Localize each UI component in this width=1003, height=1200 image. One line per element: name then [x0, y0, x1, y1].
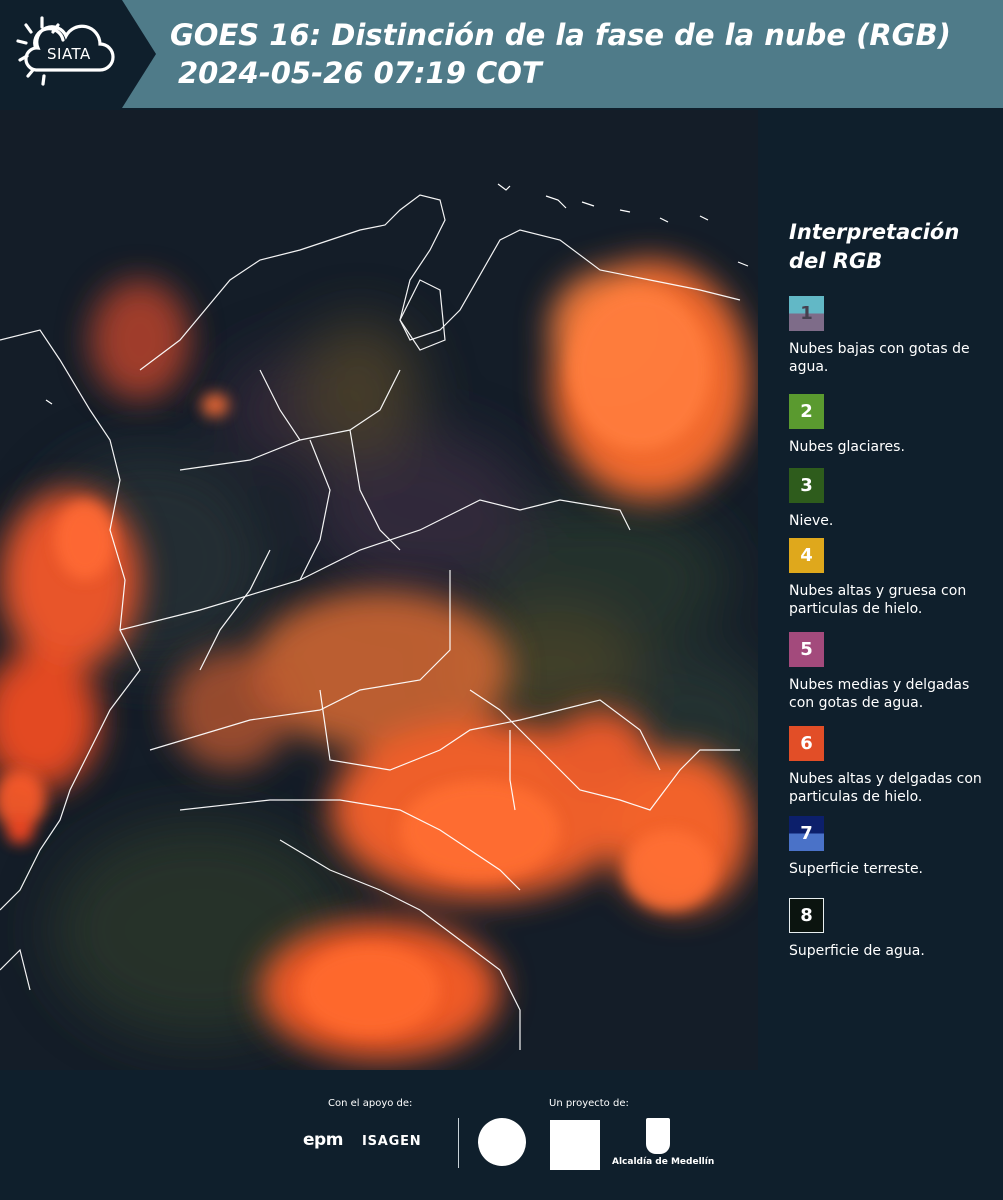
title-line-1: GOES 16: Distinción de la fase de la nub… [170, 18, 951, 52]
legend-number: 8 [800, 905, 813, 926]
legend-title-line-2: del RGB [789, 249, 883, 273]
legend-label: Superficie de agua. [789, 943, 925, 959]
shield-icon [646, 1118, 670, 1154]
legend-label: Nubes medias y delgadas con gotas de agu… [789, 677, 970, 711]
epm-logo: epm [303, 1130, 343, 1150]
footer-divider [458, 1118, 459, 1168]
medellin-seal-icon [478, 1118, 526, 1166]
title-line-2: 2024-05-26 07:19 COT [178, 56, 542, 90]
page-title: GOES 16: Distinción de la fase de la nub… [170, 16, 951, 92]
legend-swatch: 6 [789, 726, 824, 761]
legend-item: 5 Nubes medias y delgadas con gotas de ag… [789, 632, 989, 712]
legend-number: 7 [800, 823, 813, 844]
alcaldia-logo: Alcaldía de Medellín [612, 1118, 715, 1167]
satellite-image [0, 110, 758, 1070]
legend-number: 3 [800, 475, 813, 496]
legend-number: 5 [800, 639, 813, 660]
legend-label: Nubes altas y delgadas con particulas de… [789, 771, 982, 805]
legend-number: 2 [800, 401, 813, 422]
logo-block: SIATA [0, 0, 156, 108]
isagen-logo: ISAGEN [362, 1134, 422, 1149]
legend-label: Nieve. [789, 513, 834, 529]
legend-item: 1 Nubes bajas con gotas de agua. [789, 296, 989, 376]
header-bar: SIATA GOES 16: Distinción de la fase de … [0, 0, 1003, 108]
legend-label: Nubes bajas con gotas de agua. [789, 341, 970, 375]
support-label: Con el apoyo de: [328, 1098, 413, 1109]
legend-swatch: 2 [789, 394, 824, 429]
legend-item: 4 Nubes altas y gruesa con particulas de … [789, 538, 989, 618]
legend-swatch: 3 [789, 468, 824, 503]
area-metropolitana-logo-icon [550, 1120, 600, 1170]
legend-number: 1 [800, 303, 813, 324]
legend-label: Nubes altas y gruesa con particulas de h… [789, 583, 967, 617]
legend-number: 4 [800, 545, 813, 566]
legend-item: 8 Superficie de agua. [789, 898, 989, 960]
legend-swatch: 8 [789, 898, 824, 933]
legend-swatch: 7 [789, 816, 824, 851]
legend-panel: Interpretación del RGB 1 Nubes bajas con … [760, 110, 1003, 1070]
legend-title: Interpretación del RGB [789, 218, 959, 276]
legend-item: 2 Nubes glaciares. [789, 394, 989, 456]
legend-title-line-1: Interpretación [789, 220, 960, 244]
footer: Con el apoyo de: Un proyecto de: epm ISA… [0, 1070, 1003, 1200]
satellite-map [0, 110, 758, 1070]
legend-item: 3 Nieve. [789, 468, 989, 530]
legend-number: 6 [800, 733, 813, 754]
legend-label: Superficie terreste. [789, 861, 924, 877]
legend-swatch: 1 [789, 296, 824, 331]
alcaldia-label: Alcaldía de Medellín [612, 1157, 715, 1167]
legend-item: 7 Superficie terreste. [789, 816, 989, 878]
legend-swatch: 4 [789, 538, 824, 573]
logo-text: SIATA [47, 45, 91, 63]
project-label: Un proyecto de: [549, 1098, 629, 1109]
legend-item: 6 Nubes altas y delgadas con particulas d… [789, 726, 989, 806]
legend-swatch: 5 [789, 632, 824, 667]
legend-label: Nubes glaciares. [789, 439, 905, 455]
